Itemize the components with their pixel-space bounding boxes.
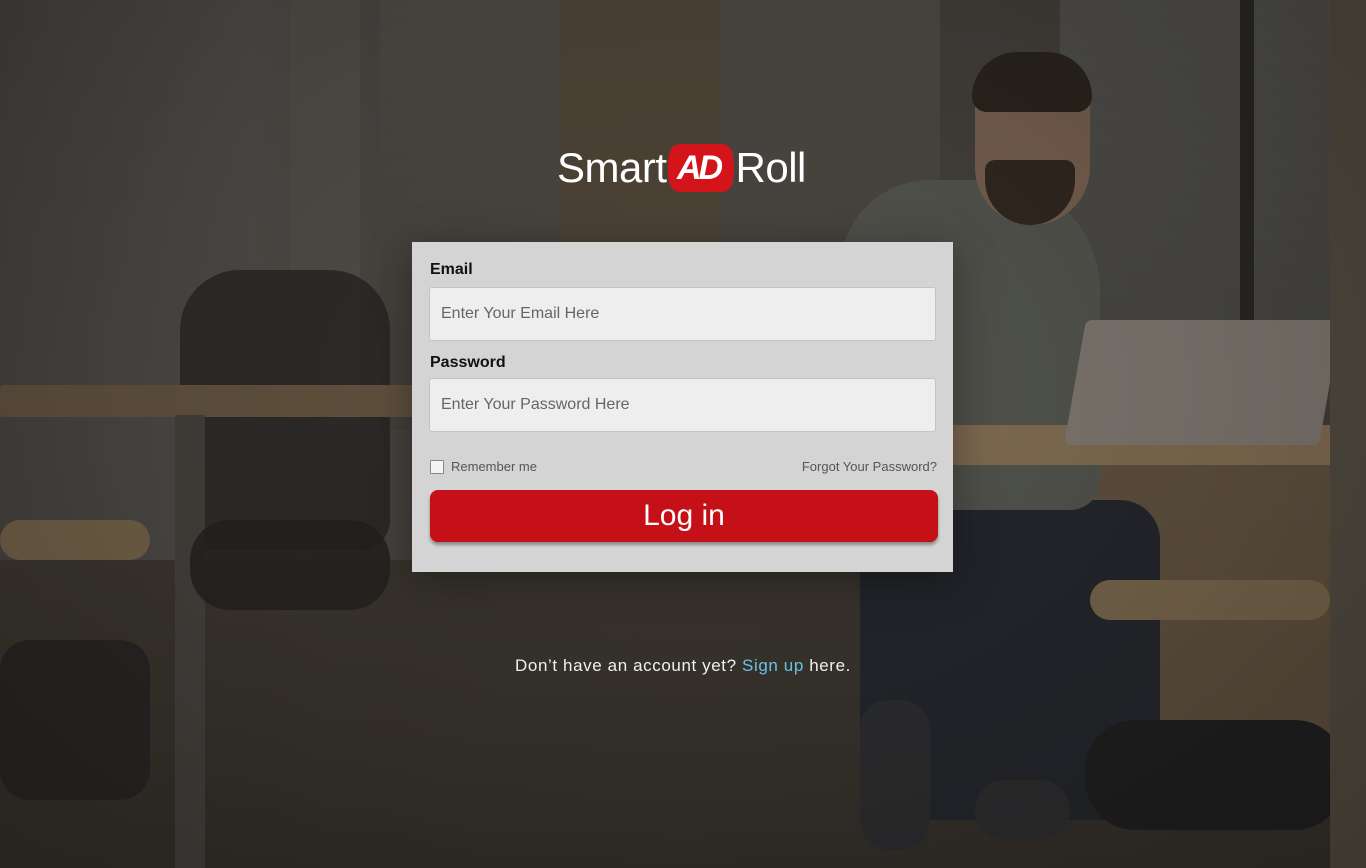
logo-text-left: Smart	[557, 144, 667, 191]
forgot-password-link[interactable]: Forgot Your Password?	[802, 459, 937, 474]
logo-ad-badge: AD	[667, 142, 735, 194]
signup-prefix-text: Don’t have an account yet?	[515, 656, 737, 675]
brand-logo: Smart AD Roll	[557, 140, 806, 196]
login-button[interactable]: Log in	[430, 490, 938, 542]
signup-prompt: Don’t have an account yet? Sign up here.	[0, 656, 1366, 676]
signup-suffix-text: here.	[809, 656, 851, 675]
remember-me-label: Remember me	[451, 459, 537, 474]
login-form: Email Password Remember me Forgot Your P…	[412, 242, 953, 572]
email-label: Email	[430, 261, 473, 278]
logo-text-right: Roll	[735, 144, 807, 191]
signup-link[interactable]: Sign up	[742, 656, 804, 675]
email-input[interactable]	[429, 287, 936, 341]
logo-badge-text: AD	[676, 148, 723, 187]
password-input[interactable]	[429, 378, 936, 432]
password-label: Password	[430, 354, 506, 371]
remember-me-checkbox[interactable]	[430, 459, 444, 474]
remember-me[interactable]: Remember me	[430, 459, 537, 474]
